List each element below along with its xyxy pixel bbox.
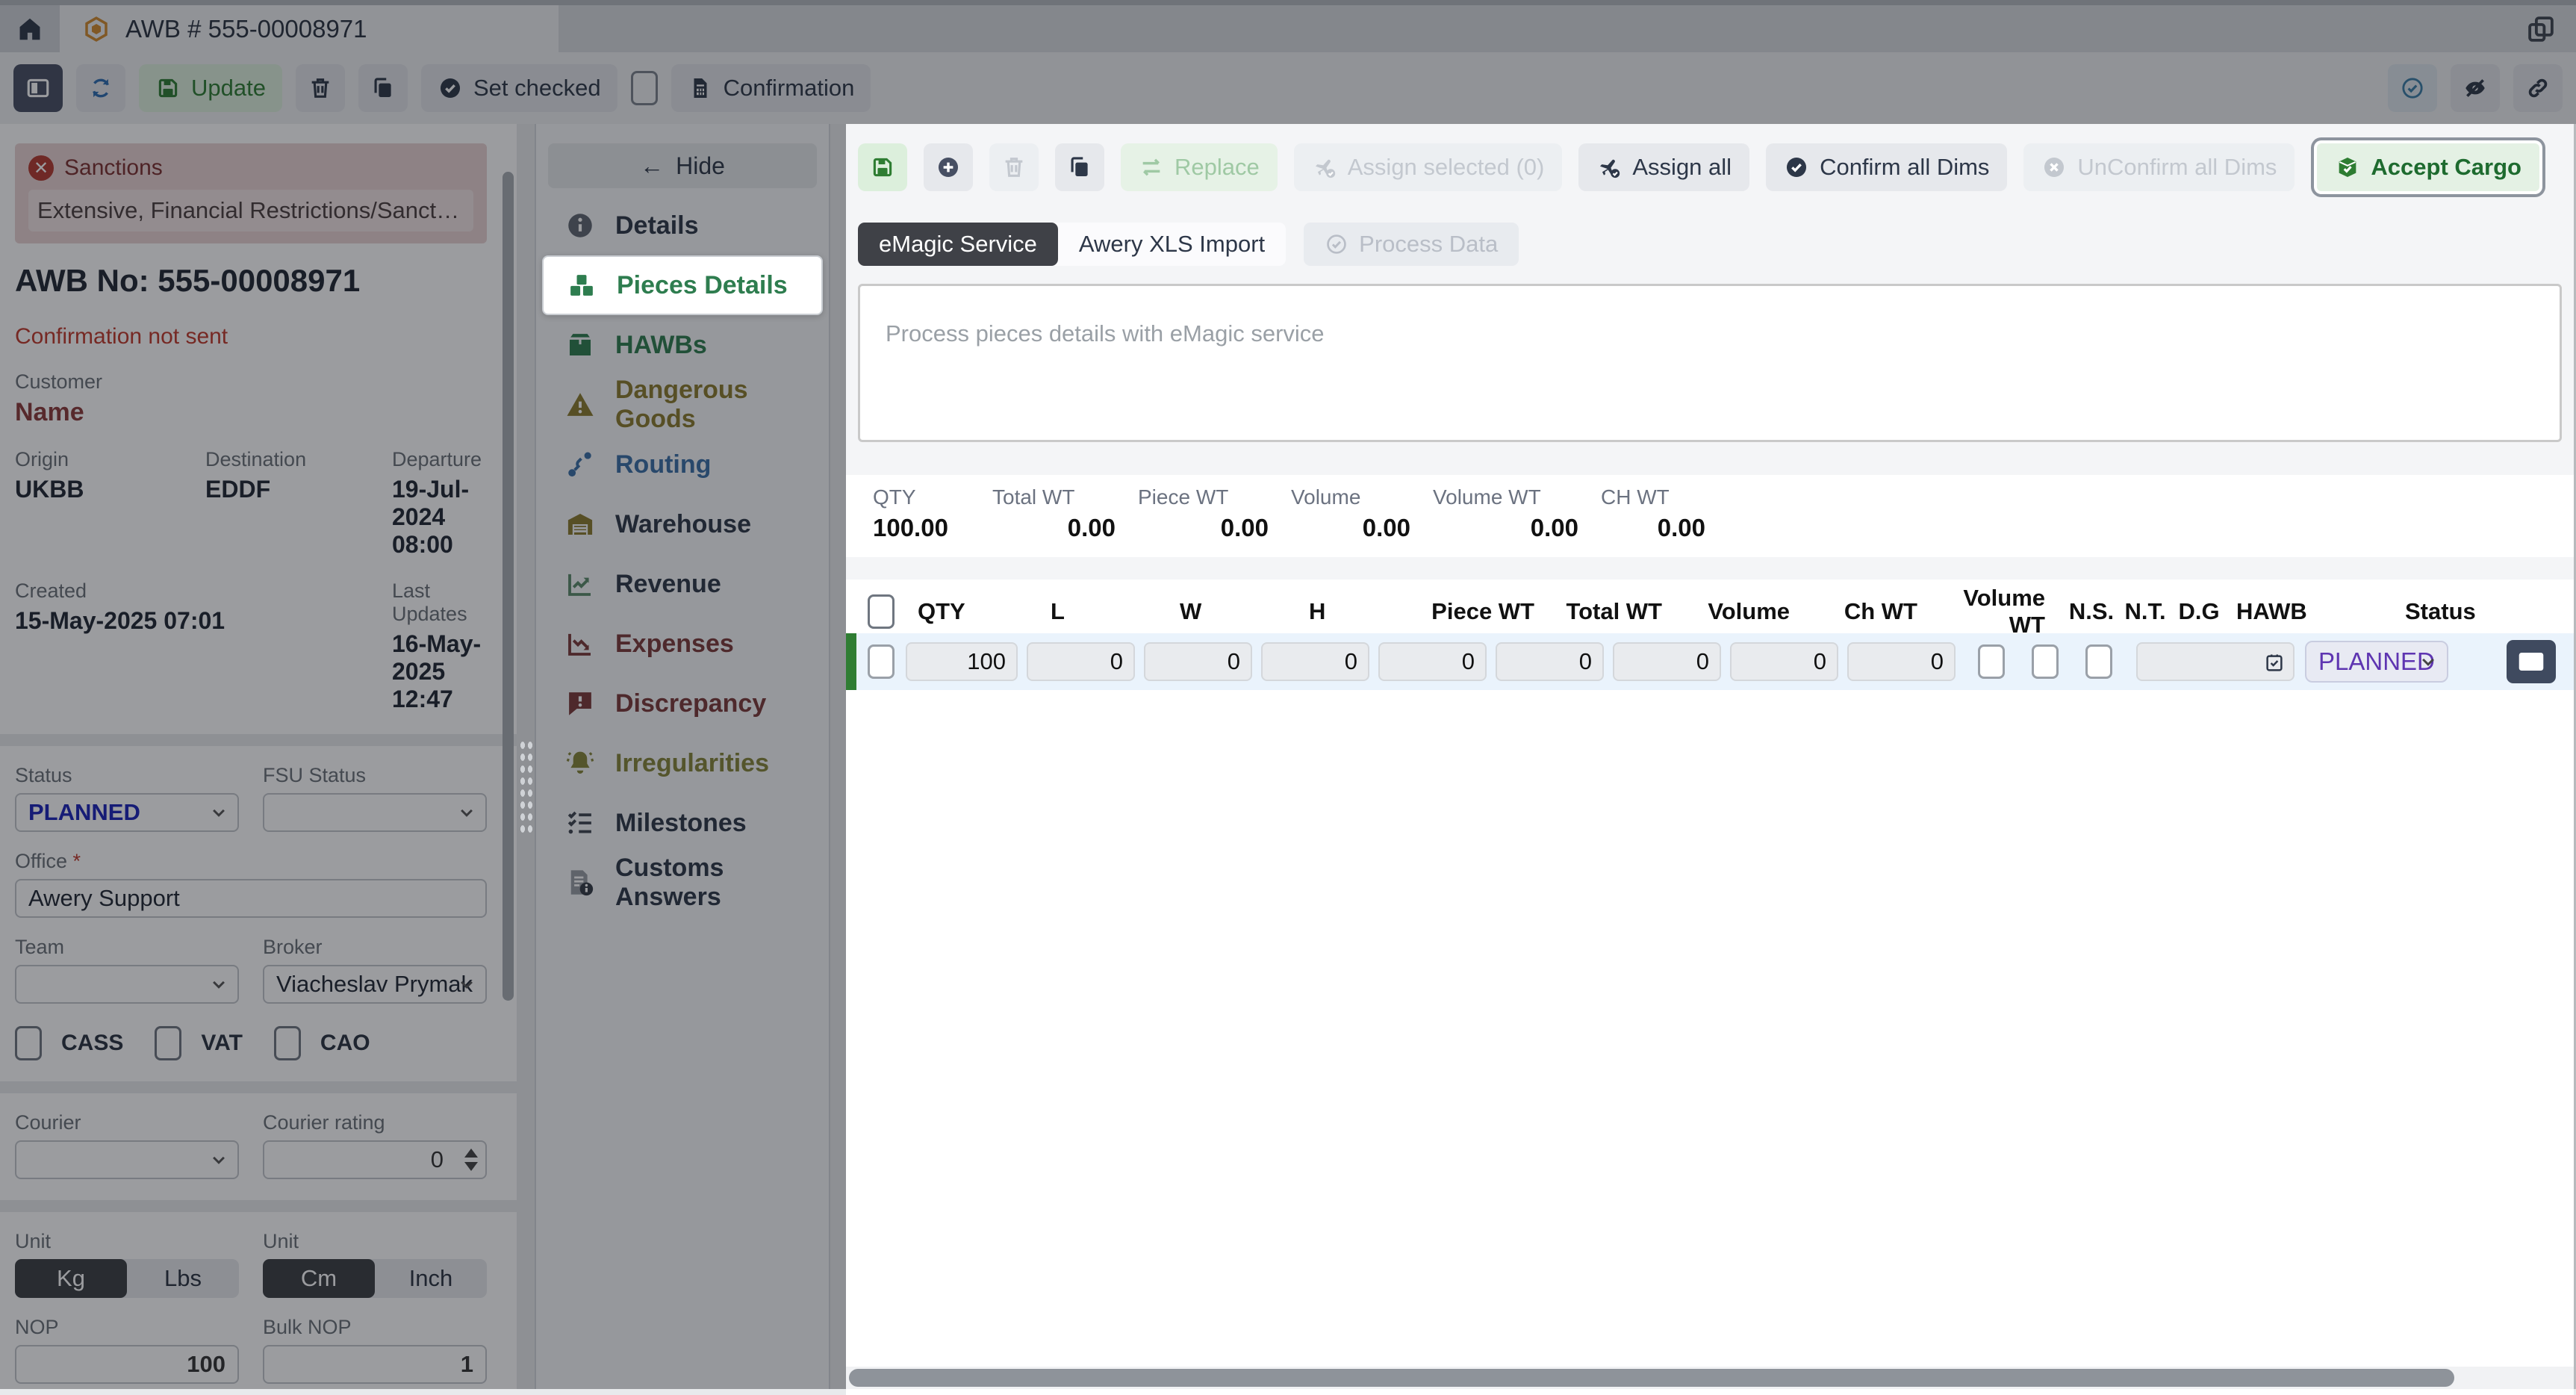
x-circle-icon bbox=[2041, 155, 2067, 180]
row-dg-checkbox[interactable] bbox=[2085, 644, 2112, 679]
col-header-nt: N.T. bbox=[2118, 598, 2172, 625]
piece-wt-label: Piece WT bbox=[1138, 485, 1269, 509]
col-header-ch-wt: Ch WT bbox=[1809, 598, 1928, 625]
nav-item-pieces-details[interactable]: Pieces Details bbox=[542, 255, 823, 315]
emagic-textarea[interactable] bbox=[860, 286, 2560, 440]
col-header-piece-wt: Piece WT bbox=[1426, 598, 1545, 625]
delete-piece-button[interactable] bbox=[989, 143, 1039, 191]
plane-check-icon bbox=[1596, 155, 1622, 180]
row-status-select[interactable]: PLANNED bbox=[2305, 641, 2448, 683]
col-header-total-wt: Total WT bbox=[1554, 598, 1673, 625]
add-piece-button[interactable] bbox=[924, 143, 973, 191]
assign-selected-button[interactable]: Assign selected (0) bbox=[1294, 143, 1563, 191]
check-circle-icon bbox=[1784, 155, 1809, 180]
row-checkbox[interactable] bbox=[868, 644, 895, 679]
row-w-field[interactable] bbox=[1144, 642, 1252, 681]
row-nt-checkbox[interactable] bbox=[2032, 644, 2059, 679]
panel-resize-handle[interactable] bbox=[519, 739, 534, 836]
col-header-qty: QTY bbox=[906, 598, 1030, 625]
piece-row: PLANNED bbox=[846, 633, 2574, 690]
col-header-volume: Volume bbox=[1681, 598, 1800, 625]
trash-icon bbox=[1001, 155, 1027, 180]
col-header-h: H bbox=[1297, 598, 1417, 625]
copy-icon bbox=[1067, 155, 1092, 180]
plane-check-icon bbox=[1312, 155, 1337, 180]
pieces-table-header: QTY L W H Piece WT Total WT Volume Ch WT… bbox=[846, 590, 2574, 633]
col-header-ns: N.S. bbox=[2065, 598, 2118, 625]
dim-overlay-top bbox=[0, 0, 2576, 124]
unconfirm-all-dims-button[interactable]: UnConfirm all Dims bbox=[2023, 143, 2295, 191]
pieces-cubes-icon bbox=[566, 270, 597, 301]
replace-button[interactable]: Replace bbox=[1121, 143, 1278, 191]
row-status-marker bbox=[846, 633, 856, 690]
row-qty-field[interactable] bbox=[906, 642, 1018, 681]
swap-arrows-icon bbox=[1139, 155, 1164, 180]
volume-sum-label: Volume bbox=[1291, 485, 1410, 509]
import-tabs: eMagic Service Awery XLS Import Process … bbox=[858, 223, 2562, 266]
pieces-table: QTY L W H Piece WT Total WT Volume Ch WT… bbox=[846, 580, 2574, 1395]
total-wt-value: 0.00 bbox=[992, 514, 1116, 542]
ch-wt-value: 0.00 bbox=[1601, 514, 1705, 542]
horizontal-scrollbar[interactable] bbox=[846, 1367, 2574, 1389]
volume-sum-value: 0.00 bbox=[1291, 514, 1410, 542]
row-hawb-field[interactable] bbox=[2136, 642, 2295, 681]
assign-all-button[interactable]: Assign all bbox=[1578, 143, 1749, 191]
process-data-button[interactable]: Process Data bbox=[1304, 223, 1519, 266]
row-ch-wt-field[interactable] bbox=[1730, 642, 1838, 681]
col-header-volume-wt: Volume WT bbox=[1937, 585, 2056, 639]
col-header-status: Status bbox=[2405, 598, 2548, 625]
qty-total-label: QTY bbox=[873, 485, 970, 509]
volume-wt-label: Volume WT bbox=[1433, 485, 1578, 509]
check-circle-outline-icon bbox=[1325, 232, 1348, 256]
col-header-l: L bbox=[1039, 598, 1159, 625]
accept-cargo-button[interactable]: Accept Cargo bbox=[2317, 143, 2539, 191]
select-all-checkbox[interactable] bbox=[868, 594, 895, 629]
duplicate-piece-button[interactable] bbox=[1055, 143, 1104, 191]
row-details-panel-button[interactable] bbox=[2507, 640, 2556, 683]
pieces-toolbar: Replace Assign selected (0) Assign all C… bbox=[846, 124, 2574, 191]
col-header-w: W bbox=[1168, 598, 1288, 625]
row-l-field[interactable] bbox=[1027, 642, 1135, 681]
row-piece-wt-field[interactable] bbox=[1378, 642, 1487, 681]
col-header-dg: D.G bbox=[2172, 598, 2226, 625]
ch-wt-label: CH WT bbox=[1601, 485, 1705, 509]
pieces-details-panel: Replace Assign selected (0) Assign all C… bbox=[846, 124, 2576, 1389]
row-volume-field[interactable] bbox=[1613, 642, 1721, 681]
row-volume-wt-field[interactable] bbox=[1847, 642, 1956, 681]
save-pieces-button[interactable] bbox=[858, 143, 907, 191]
hawb-lookup-icon[interactable] bbox=[2263, 652, 2286, 674]
box-check-icon bbox=[2335, 155, 2360, 180]
side-panel-icon bbox=[2517, 649, 2545, 674]
totals-summary: QTY 100.00 Total WT 0.00 Piece WT 0.00 Volu… bbox=[846, 475, 2574, 557]
chevron-down-icon bbox=[2417, 650, 2439, 673]
row-ns-checkbox[interactable] bbox=[1978, 644, 2005, 679]
total-wt-label: Total WT bbox=[992, 485, 1116, 509]
piece-wt-value: 0.00 bbox=[1138, 514, 1269, 542]
row-h-field[interactable] bbox=[1261, 642, 1369, 681]
row-total-wt-field[interactable] bbox=[1496, 642, 1604, 681]
plus-circle-icon bbox=[936, 155, 961, 180]
confirm-all-dims-button[interactable]: Confirm all Dims bbox=[1766, 143, 2007, 191]
emagic-input-area bbox=[858, 284, 2562, 442]
tab-emagic-service[interactable]: eMagic Service bbox=[858, 223, 1058, 266]
save-icon bbox=[870, 155, 895, 180]
col-header-hawb: HAWB bbox=[2236, 598, 2395, 625]
horizontal-scrollbar-thumb[interactable] bbox=[849, 1369, 2454, 1387]
volume-wt-value: 0.00 bbox=[1433, 514, 1578, 542]
tab-awery-xls-import[interactable]: Awery XLS Import bbox=[1058, 223, 1286, 266]
qty-total-value: 100.00 bbox=[873, 514, 970, 542]
